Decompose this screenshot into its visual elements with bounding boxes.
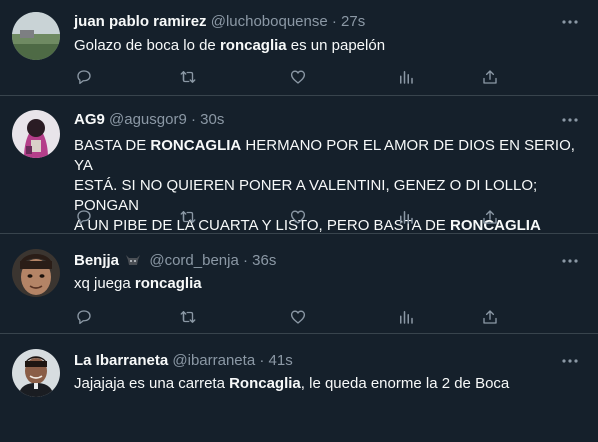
reply-icon: [75, 208, 93, 226]
retweet-button[interactable]: [178, 67, 198, 87]
views-button[interactable]: [396, 307, 416, 327]
share-button[interactable]: [480, 67, 500, 87]
retweet-icon: [178, 308, 198, 326]
text-segment: xq juega: [74, 275, 135, 292]
timestamp[interactable]: 36s: [252, 252, 276, 269]
like-icon: [289, 208, 307, 226]
like-icon: [289, 68, 307, 86]
display-name[interactable]: Benjja: [74, 252, 119, 269]
separator-dot: ·: [242, 252, 248, 269]
tweet-text: Golazo de boca lo de roncaglia es un pap…: [74, 36, 574, 56]
tweet-actions: [74, 307, 504, 327]
more-options-button[interactable]: [560, 351, 580, 371]
text-segment: Jajajaja es una carreta: [74, 375, 230, 392]
user-handle[interactable]: @luchoboquense: [211, 13, 328, 30]
display-name[interactable]: juan pablo ramirez: [74, 13, 207, 30]
views-icon: [397, 308, 415, 326]
more-options-button[interactable]: [560, 110, 580, 130]
text-segment: , le queda enorme la 2 de Boca: [300, 375, 510, 392]
highlighted-term: RONCAGLIA: [150, 137, 242, 154]
user-handle[interactable]: @cord_benja: [149, 252, 238, 269]
bull-head-icon: [125, 253, 141, 273]
more-icon: [562, 259, 578, 263]
reply-icon: [75, 68, 93, 86]
separator-dot: ·: [331, 13, 337, 30]
tweet-header: juan pablo ramirez @luchoboquense · 27s: [74, 12, 558, 32]
reply-button[interactable]: [74, 207, 94, 227]
timestamp[interactable]: 30s: [200, 111, 224, 128]
tweet[interactable]: AG9 @agusgor9 · 30s BASTA DE RONCAGLIA H…: [0, 96, 598, 234]
tweet-actions: [74, 207, 504, 227]
share-button[interactable]: [480, 207, 500, 227]
avatar[interactable]: [12, 349, 60, 397]
timestamp[interactable]: 41s: [269, 352, 293, 369]
retweet-icon: [178, 208, 198, 226]
views-icon: [397, 68, 415, 86]
views-button[interactable]: [396, 207, 416, 227]
timestamp[interactable]: 27s: [341, 13, 365, 30]
share-button[interactable]: [480, 307, 500, 327]
timeline: juan pablo ramirez @luchoboquense · 27s …: [0, 0, 598, 428]
tweet[interactable]: juan pablo ramirez @luchoboquense · 27s …: [0, 0, 598, 96]
user-handle[interactable]: @ibarraneta: [172, 352, 255, 369]
text-segment: es un papelón: [286, 37, 386, 54]
like-button[interactable]: [288, 307, 308, 327]
more-icon: [562, 359, 578, 363]
tweet-actions: [74, 67, 504, 87]
avatar[interactable]: [12, 110, 60, 158]
retweet-button[interactable]: [178, 207, 198, 227]
tweet-text: xq juega roncaglia: [74, 274, 574, 294]
avatar[interactable]: [12, 12, 60, 60]
avatar[interactable]: [12, 249, 60, 297]
like-button[interactable]: [288, 207, 308, 227]
highlighted-term: roncaglia: [134, 275, 202, 292]
share-icon: [481, 68, 499, 86]
separator-dot: ·: [190, 111, 196, 128]
more-icon: [562, 118, 578, 122]
tweet-header: La Ibarraneta @ibarraneta · 41s: [74, 351, 558, 371]
highlighted-term: roncaglia: [219, 37, 287, 54]
user-handle[interactable]: @agusgor9: [109, 111, 187, 128]
separator-dot: ·: [259, 352, 265, 369]
tweet[interactable]: Benjja @cord_benja · 36s xq juega roncag…: [0, 234, 598, 334]
more-options-button[interactable]: [560, 251, 580, 271]
tweet-text: Jajajaja es una carreta Roncaglia, le qu…: [74, 374, 574, 394]
reply-button[interactable]: [74, 67, 94, 87]
tweet[interactable]: La Ibarraneta @ibarraneta · 41s Jajajaja…: [0, 334, 598, 442]
retweet-icon: [178, 68, 198, 86]
display-name[interactable]: La Ibarraneta: [74, 352, 168, 369]
reply-button[interactable]: [74, 307, 94, 327]
text-segment: Golazo de boca lo de: [74, 37, 220, 54]
views-icon: [397, 208, 415, 226]
highlighted-term: Roncaglia: [229, 375, 301, 392]
more-icon: [562, 20, 578, 24]
like-button[interactable]: [288, 67, 308, 87]
more-options-button[interactable]: [560, 12, 580, 32]
share-icon: [481, 308, 499, 326]
display-name[interactable]: AG9: [74, 111, 105, 128]
like-icon: [289, 308, 307, 326]
views-button[interactable]: [396, 67, 416, 87]
tweet-header: AG9 @agusgor9 · 30s: [74, 110, 558, 130]
share-icon: [481, 208, 499, 226]
reply-icon: [75, 308, 93, 326]
retweet-button[interactable]: [178, 307, 198, 327]
text-segment: BASTA DE: [74, 137, 151, 154]
tweet-header: Benjja @cord_benja · 36s: [74, 251, 558, 271]
